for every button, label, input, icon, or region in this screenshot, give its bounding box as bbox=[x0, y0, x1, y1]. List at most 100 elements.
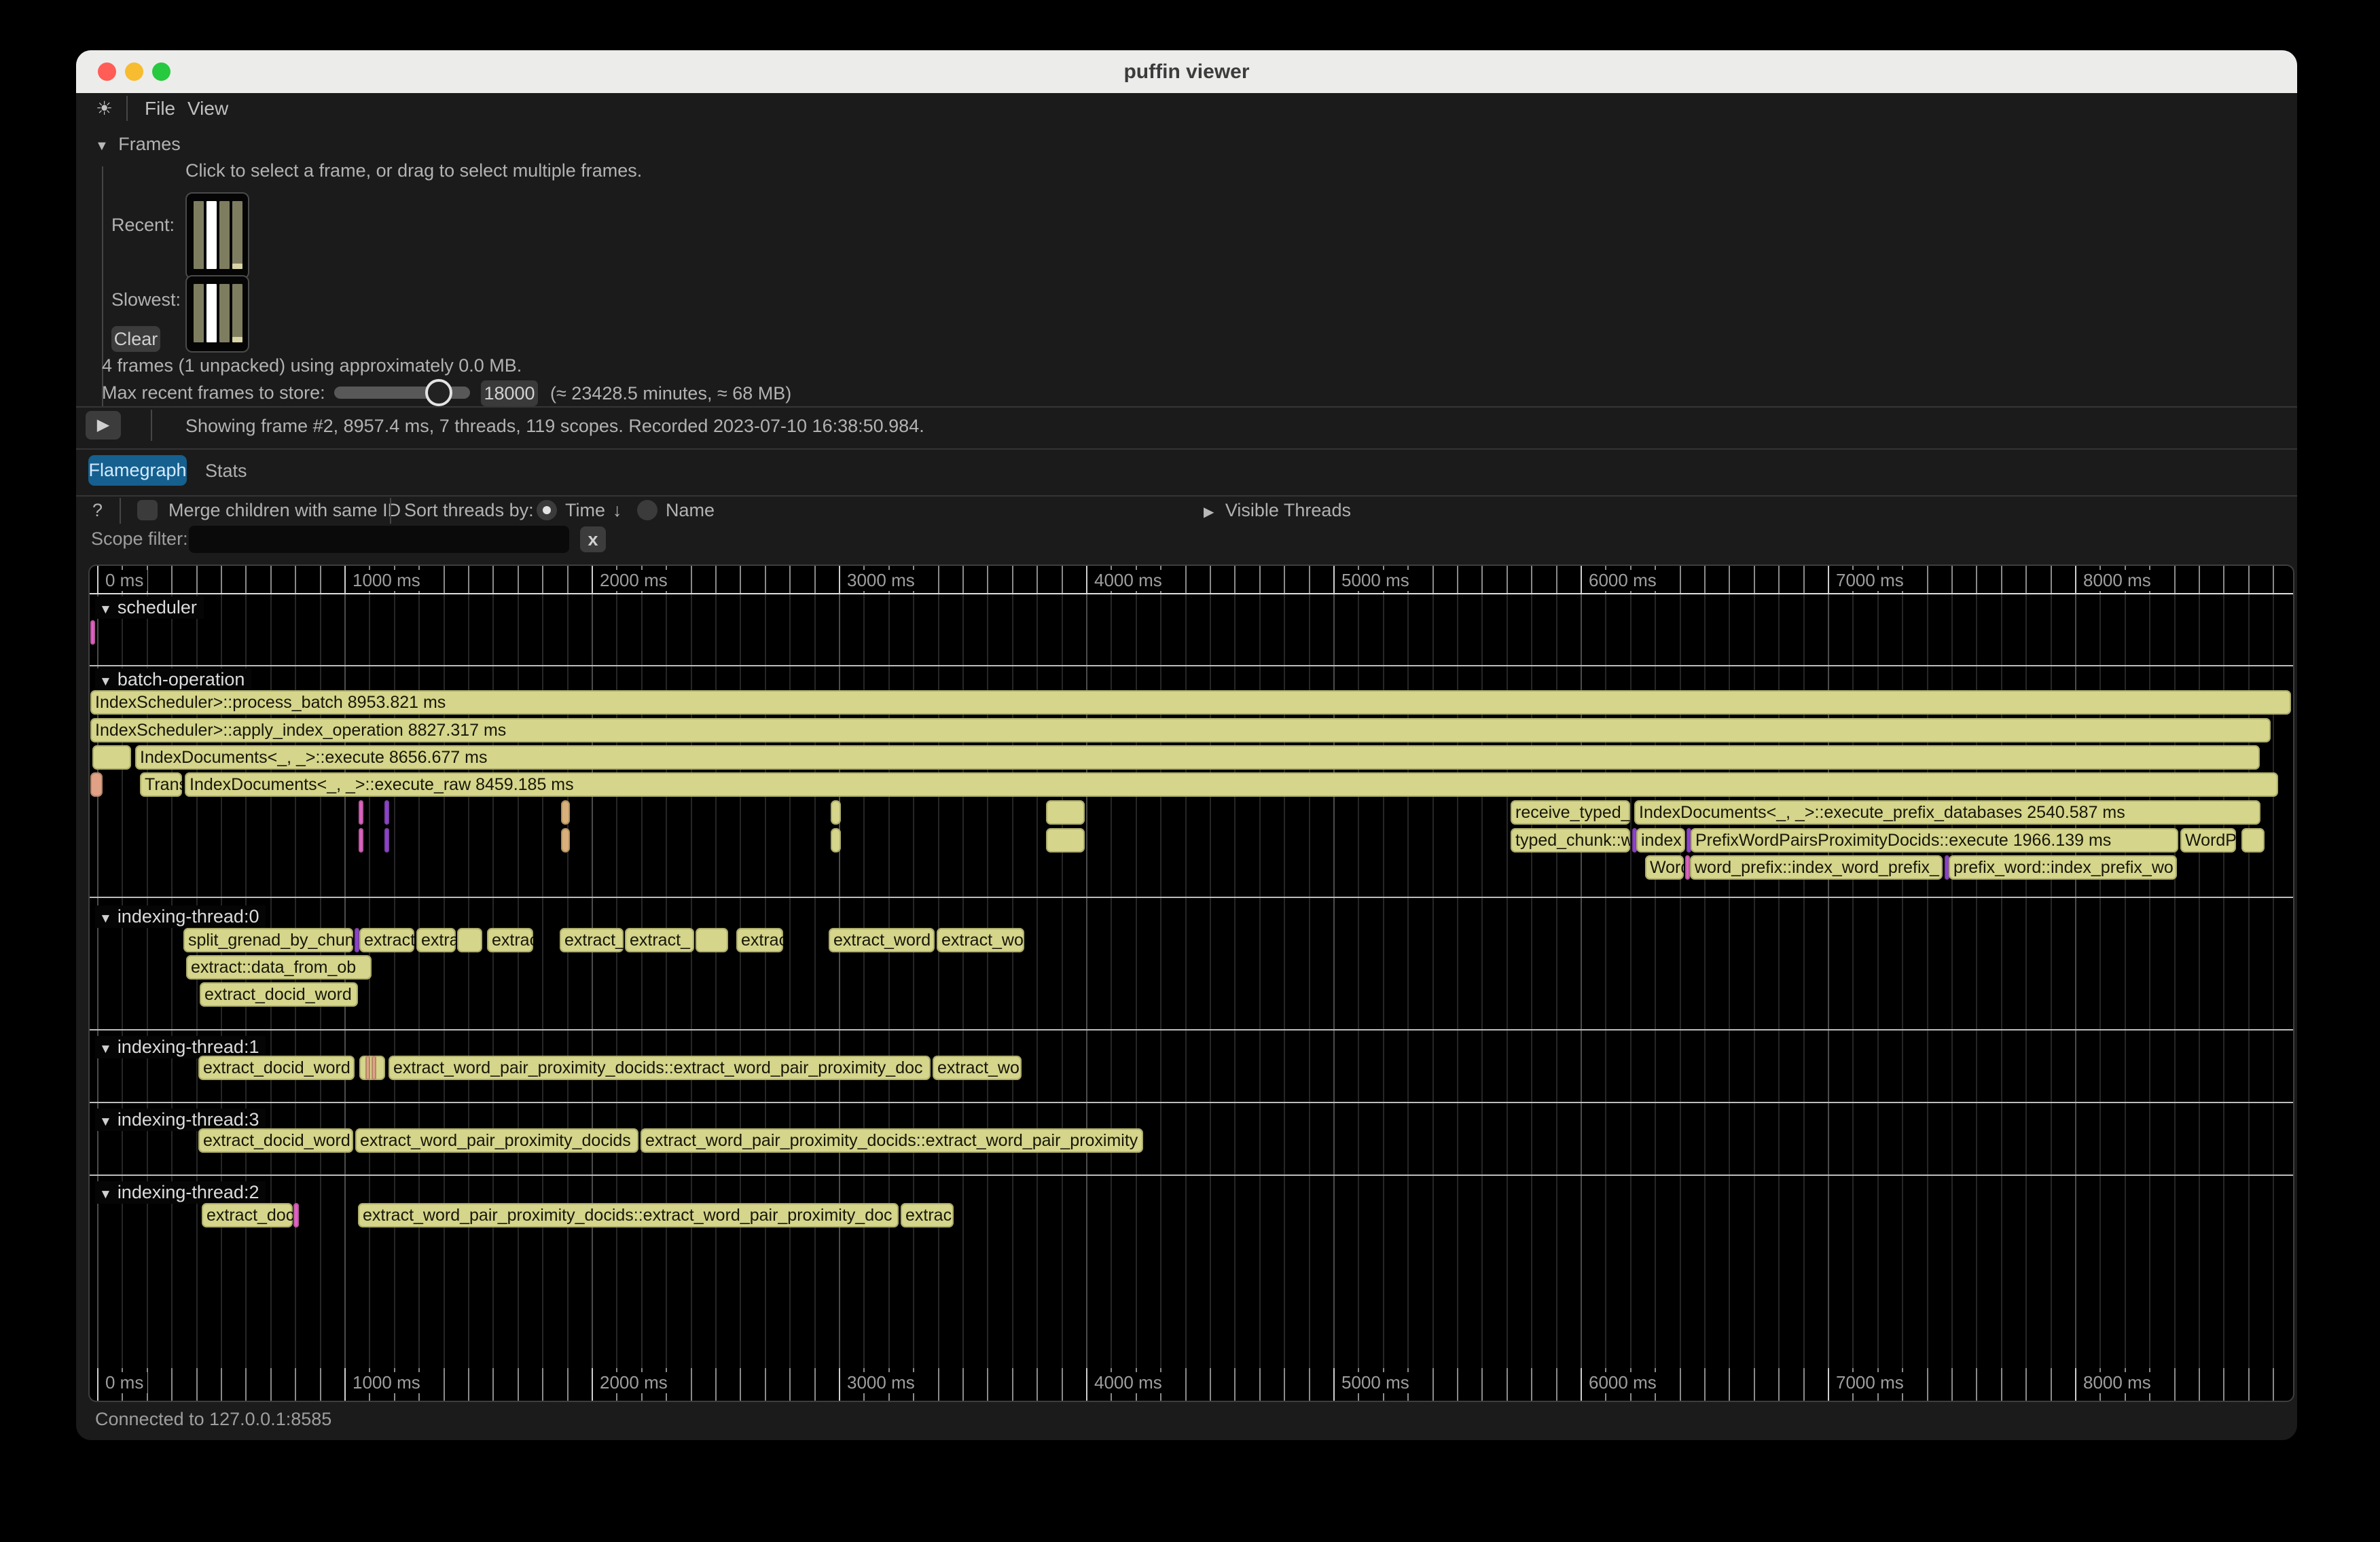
scope-bar[interactable]: extract_docid_word bbox=[200, 982, 358, 1007]
ruler-tick bbox=[1309, 566, 1310, 593]
scope-bar[interactable] bbox=[696, 928, 728, 952]
scope-bar[interactable]: WordPr bbox=[2180, 828, 2236, 853]
scope-bar[interactable]: extract_ bbox=[625, 928, 694, 952]
thread-header-indexing-thread:2[interactable]: ▼indexing-thread:2 bbox=[95, 1181, 266, 1204]
scope-bar[interactable] bbox=[384, 800, 389, 825]
close-window-button[interactable] bbox=[98, 62, 116, 81]
frame-bar[interactable] bbox=[194, 284, 204, 342]
scope-bar[interactable]: IndexScheduler>::apply_index_operation 8… bbox=[90, 718, 2271, 742]
clear-button[interactable]: Clear bbox=[111, 326, 160, 352]
scope-bar[interactable]: extract_word_pair_proximity_docids::extr… bbox=[389, 1056, 931, 1080]
scope-bar[interactable]: extra bbox=[416, 928, 456, 952]
ruler-tick bbox=[1729, 566, 1730, 593]
ruler-tick bbox=[715, 1368, 717, 1401]
scope-bar[interactable]: extract_word_pair_proximity_docids::extr… bbox=[358, 1203, 899, 1227]
tab-flamegraph[interactable]: Flamegraph bbox=[88, 455, 187, 486]
frame-bar[interactable] bbox=[194, 201, 204, 269]
frame-bar[interactable] bbox=[232, 201, 242, 269]
scope-bar[interactable]: extract_word bbox=[829, 928, 935, 952]
scope-bar[interactable] bbox=[293, 1203, 299, 1227]
ruler-tick bbox=[1828, 1368, 1829, 1401]
scope-bar[interactable] bbox=[384, 828, 389, 853]
max-frames-slider-knob[interactable] bbox=[425, 379, 452, 406]
scope-filter-input[interactable] bbox=[189, 526, 569, 553]
scope-bar[interactable] bbox=[1685, 855, 1690, 880]
scope-bar[interactable]: extract_ bbox=[560, 928, 624, 952]
menu-file[interactable]: File bbox=[145, 93, 175, 124]
frame-bar[interactable] bbox=[232, 284, 242, 342]
flamegraph-canvas[interactable]: 0 ms0 ms1000 ms1000 ms2000 ms2000 ms3000… bbox=[88, 564, 2294, 1402]
scope-bar[interactable] bbox=[365, 1056, 370, 1080]
scope-bar[interactable]: extrac bbox=[487, 928, 533, 952]
scope-bar[interactable]: receive_typed_ bbox=[1511, 800, 1630, 825]
frame-bar[interactable] bbox=[206, 284, 217, 342]
scope-bar[interactable] bbox=[372, 1056, 376, 1080]
frame-bar[interactable] bbox=[219, 201, 230, 269]
scope-bar[interactable] bbox=[359, 800, 363, 825]
tab-stats[interactable]: Stats bbox=[205, 461, 247, 482]
sort-name-radio[interactable] bbox=[637, 500, 657, 520]
scope-bar[interactable] bbox=[831, 800, 841, 825]
scope-bar[interactable]: extract_word_pair_proximity_docids::extr… bbox=[641, 1128, 1143, 1153]
scope-bar[interactable] bbox=[561, 828, 570, 853]
scope-bar[interactable] bbox=[561, 800, 570, 825]
help-button[interactable]: ? bbox=[92, 500, 103, 521]
scope-bar[interactable]: extract_docid_word bbox=[198, 1128, 353, 1153]
clear-filter-button[interactable]: x bbox=[580, 526, 606, 552]
play-button[interactable]: ▶ bbox=[86, 411, 121, 440]
scope-bar[interactable] bbox=[1046, 828, 1085, 853]
ruler-tick bbox=[1754, 1368, 1755, 1401]
scope-bar[interactable]: extract_docid_word bbox=[198, 1056, 355, 1080]
thread-header-indexing-thread:0[interactable]: ▼indexing-thread:0 bbox=[95, 906, 266, 928]
scope-bar[interactable] bbox=[2241, 828, 2265, 853]
scope-bar[interactable]: Word bbox=[1645, 855, 1684, 880]
frames-collapse-header[interactable]: ▼ Frames bbox=[95, 134, 181, 155]
scope-bar[interactable]: Trans bbox=[140, 772, 182, 797]
sort-direction-arrow-icon[interactable]: ↓ bbox=[613, 500, 622, 521]
menu-view[interactable]: View bbox=[187, 93, 228, 124]
scope-bar[interactable]: PrefixWordPairsProximityDocids::execute … bbox=[1691, 828, 2178, 853]
scope-bar[interactable] bbox=[92, 745, 131, 770]
frame-bar[interactable] bbox=[219, 284, 230, 342]
scope-bar[interactable]: extract_doc bbox=[202, 1203, 293, 1227]
scope-bar[interactable]: index bbox=[1636, 828, 1685, 853]
scope-bar[interactable]: typed_chunk::w bbox=[1511, 828, 1630, 853]
scope-bar[interactable]: IndexDocuments<_, _>::execute 8656.677 m… bbox=[135, 745, 2260, 770]
maximize-window-button[interactable] bbox=[152, 62, 170, 81]
scope-bar[interactable]: IndexScheduler>::process_batch 8953.821 … bbox=[90, 690, 2291, 715]
scope-bar[interactable]: extract_wo bbox=[933, 1056, 1022, 1080]
scope-bar[interactable]: extract bbox=[736, 928, 783, 952]
scope-bar[interactable]: extract::data_from_ob bbox=[186, 955, 372, 980]
scope-bar[interactable] bbox=[359, 828, 363, 853]
scope-bar[interactable] bbox=[90, 620, 95, 645]
scope-bar[interactable]: word_prefix::index_word_prefix_ bbox=[1690, 855, 1943, 880]
merge-children-checkbox[interactable] bbox=[137, 500, 158, 520]
theme-toggle-icon[interactable]: ☀ bbox=[96, 93, 113, 124]
scope-bar[interactable] bbox=[355, 928, 359, 952]
scope-bar[interactable]: IndexDocuments<_, _>::execute_raw 8459.1… bbox=[185, 772, 2278, 797]
scope-bar[interactable] bbox=[90, 772, 103, 797]
scope-bar[interactable] bbox=[457, 928, 482, 952]
sort-time-radio[interactable] bbox=[537, 500, 557, 520]
minimize-window-button[interactable] bbox=[125, 62, 143, 81]
scope-bar[interactable]: extract_word_pair_proximity_docids bbox=[355, 1128, 638, 1153]
scope-bar[interactable]: prefix_word::index_prefix_wo bbox=[1949, 855, 2177, 880]
scope-bar[interactable]: IndexDocuments<_, _>::execute_prefix_dat… bbox=[1634, 800, 2260, 825]
max-frames-value[interactable]: 18000 bbox=[481, 380, 538, 406]
sort-name-label[interactable]: Name bbox=[666, 500, 715, 521]
scope-bar[interactable]: extrac bbox=[901, 1203, 954, 1227]
scope-bar[interactable]: extract bbox=[359, 928, 414, 952]
sort-time-label[interactable]: Time bbox=[565, 500, 605, 521]
frame-bar[interactable] bbox=[206, 201, 217, 269]
merge-children-label[interactable]: Merge children with same ID bbox=[168, 500, 401, 521]
slowest-frames-thumbnail[interactable] bbox=[185, 275, 249, 353]
ruler-tick bbox=[715, 566, 717, 593]
scope-bar[interactable] bbox=[831, 828, 841, 853]
recent-frames-thumbnail[interactable] bbox=[185, 192, 249, 279]
scope-bar[interactable]: split_grenad_by_chun bbox=[183, 928, 353, 952]
scope-bar[interactable] bbox=[1046, 800, 1085, 825]
visible-threads-header[interactable]: ▶ Visible Threads bbox=[1204, 500, 1351, 521]
thread-header-scheduler[interactable]: ▼scheduler bbox=[95, 596, 204, 619]
scope-bar[interactable]: extract_wo bbox=[937, 928, 1024, 952]
thread-header-batch-operation[interactable]: ▼batch-operation bbox=[95, 668, 251, 691]
